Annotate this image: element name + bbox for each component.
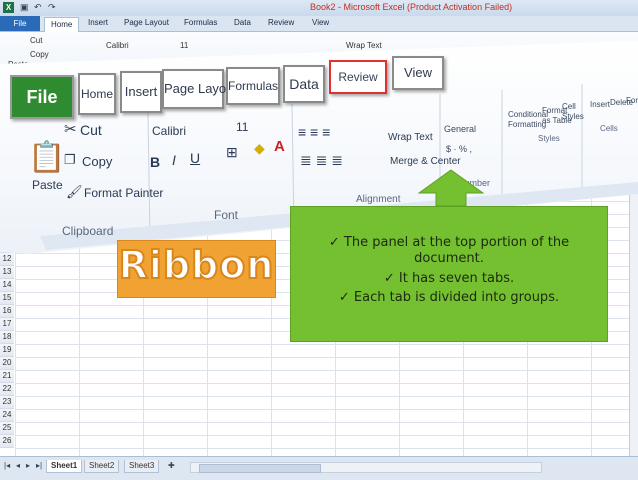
zoom-font-name-box[interactable]: Calibri bbox=[152, 124, 186, 138]
copy-button[interactable]: Copy bbox=[30, 50, 49, 59]
zoom-tab-formulas[interactable]: Formulas bbox=[226, 67, 280, 105]
zoom-fill-color-icon[interactable]: ◆ bbox=[254, 140, 265, 157]
tab-page-layout[interactable]: Page Layout bbox=[124, 18, 169, 27]
note-line-1: ✓ The panel at the top portion of the bbox=[328, 235, 570, 250]
last-sheet-icon[interactable]: ▸| bbox=[36, 461, 42, 470]
tab-view[interactable]: View bbox=[312, 18, 329, 27]
zoom-font-size-box[interactable]: 11 bbox=[236, 120, 248, 134]
zoom-styles-group-label: Styles bbox=[538, 134, 560, 143]
window-title: Book2 - Microsoft Excel (Product Activat… bbox=[310, 2, 513, 12]
insert-sheet-icon[interactable]: ✚ bbox=[168, 461, 175, 470]
sheet-tab-2[interactable]: Sheet2 bbox=[84, 460, 120, 473]
zoom-underline-button[interactable]: U bbox=[190, 150, 200, 166]
scroll-thumb[interactable] bbox=[199, 464, 321, 473]
row-header[interactable]: 23 bbox=[0, 396, 14, 409]
row-header[interactable]: 20 bbox=[0, 357, 14, 370]
zoom-tab-review[interactable]: Review bbox=[329, 60, 387, 94]
zoom-currency-icon[interactable]: $ · % , bbox=[446, 144, 472, 154]
title-bar: X ▣ ↶ ↷ Book2 - Microsoft Excel (Product… bbox=[0, 0, 638, 17]
undo-icon[interactable]: ↶ bbox=[34, 2, 42, 13]
note-line-1-cont: document. bbox=[414, 251, 484, 266]
tab-insert[interactable]: Insert bbox=[88, 18, 108, 27]
wrap-text-button[interactable]: Wrap Text bbox=[346, 41, 382, 50]
row-header[interactable]: 12 bbox=[0, 253, 14, 266]
zoom-font-color-icon[interactable]: A bbox=[274, 138, 285, 155]
cut-button[interactable]: Cut bbox=[30, 36, 42, 45]
tab-review[interactable]: Review bbox=[268, 18, 294, 27]
zoom-tab-data[interactable]: Data bbox=[283, 65, 325, 103]
zoom-format-painter-icon[interactable]: 🖌 bbox=[66, 184, 83, 200]
note-line-2: ✓ It has seven tabs. bbox=[383, 271, 515, 286]
ribbon-callout-text: Ribbon bbox=[118, 242, 275, 288]
note-line-3: ✓ Each tab is divided into groups. bbox=[338, 290, 560, 305]
zoom-tab-file[interactable]: File bbox=[10, 75, 74, 119]
zoom-border-icon[interactable]: ⊞ bbox=[226, 144, 238, 161]
zoom-format-painter-button[interactable]: Format Painter bbox=[84, 186, 163, 200]
ribbon-callout-label: Ribbon bbox=[117, 240, 276, 298]
zoom-cells-group-label: Cells bbox=[600, 124, 618, 133]
excel-app-icon[interactable]: X bbox=[3, 2, 14, 13]
up-arrow-icon bbox=[418, 169, 484, 207]
row-header[interactable]: 25 bbox=[0, 422, 14, 435]
zoom-align-left-icon[interactable]: ≣ ≣ ≣ bbox=[300, 152, 343, 169]
zoom-tab-view[interactable]: View bbox=[392, 56, 444, 90]
first-sheet-icon[interactable]: |◂ bbox=[4, 461, 10, 470]
row-header[interactable]: 18 bbox=[0, 331, 14, 344]
row-header[interactable]: 22 bbox=[0, 383, 14, 396]
sheet-tab-3[interactable]: Sheet3 bbox=[124, 460, 160, 473]
zoom-tab-insert[interactable]: Insert bbox=[120, 71, 162, 113]
row-header[interactable]: 19 bbox=[0, 344, 14, 357]
ribbon-note-box: ✓ The panel at the top portion of the do… bbox=[290, 206, 608, 342]
zoom-formatting-label: Formatting bbox=[508, 120, 547, 129]
zoom-copy-icon[interactable]: ❐ bbox=[64, 152, 76, 168]
horizontal-scrollbar[interactable] bbox=[190, 462, 542, 473]
row-header[interactable]: 14 bbox=[0, 279, 14, 292]
save-icon[interactable]: ▣ bbox=[20, 2, 29, 13]
zoom-align-top-icon[interactable]: ≡ ≡ ≡ bbox=[298, 124, 330, 140]
row-header[interactable]: 26 bbox=[0, 435, 14, 448]
row-header[interactable]: 21 bbox=[0, 370, 14, 383]
tab-data[interactable]: Data bbox=[234, 18, 251, 27]
ribbon-tab-row: File Home Insert Page Layout Formulas Da… bbox=[0, 16, 638, 32]
sheet-tab-1[interactable]: Sheet1 bbox=[46, 460, 83, 473]
zoom-alignment-group-label: Alignment bbox=[356, 194, 401, 205]
row-header[interactable]: 16 bbox=[0, 305, 14, 318]
row-header[interactable]: 24 bbox=[0, 409, 14, 422]
next-sheet-icon[interactable]: ▸ bbox=[26, 461, 30, 470]
row-header[interactable]: 13 bbox=[0, 266, 14, 279]
zoom-merge-center-button[interactable]: Merge & Center bbox=[390, 156, 461, 167]
zoom-styles-label: Styles bbox=[562, 112, 584, 121]
zoom-copy-button[interactable]: Copy bbox=[82, 154, 112, 169]
zoom-tab-home[interactable]: Home bbox=[78, 73, 116, 115]
zoom-paste-button[interactable]: Paste bbox=[32, 178, 63, 192]
zoom-bold-button[interactable]: B bbox=[150, 154, 160, 170]
zoom-tab-page-layout[interactable]: Page Layout bbox=[162, 69, 237, 109]
zoom-cut-button[interactable]: Cut bbox=[80, 122, 102, 138]
zoom-cut-icon[interactable]: ✂ bbox=[64, 120, 77, 138]
zoom-format-cells-button[interactable]: Format bbox=[626, 96, 638, 105]
zoom-number-format-box[interactable]: General bbox=[444, 124, 476, 134]
zoom-wrap-text-button[interactable]: Wrap Text bbox=[388, 132, 433, 143]
zoom-font-group-label: Font bbox=[214, 208, 239, 222]
zoom-insert-cells-button[interactable]: Insert bbox=[590, 100, 610, 109]
tab-home[interactable]: Home bbox=[44, 17, 80, 32]
row-header[interactable]: 15 bbox=[0, 292, 14, 305]
prev-sheet-icon[interactable]: ◂ bbox=[16, 461, 20, 470]
sheet-tab-bar: |◂ ◂ ▸ ▸| Sheet1 Sheet2 Sheet3 ✚ bbox=[0, 456, 638, 480]
row-header[interactable]: 17 bbox=[0, 318, 14, 331]
tab-file[interactable]: File bbox=[0, 16, 40, 31]
zoom-cell-styles-button[interactable]: Cell bbox=[562, 102, 576, 111]
font-name-box[interactable]: Calibri bbox=[106, 41, 129, 50]
zoom-paste-icon[interactable]: 📋 bbox=[28, 140, 65, 175]
zoom-italic-button[interactable]: I bbox=[172, 152, 176, 168]
font-size-box[interactable]: 11 bbox=[180, 41, 188, 50]
redo-icon[interactable]: ↷ bbox=[48, 2, 56, 13]
tab-formulas[interactable]: Formulas bbox=[184, 18, 217, 27]
zoom-clipboard-group-label: Clipboard bbox=[62, 224, 114, 238]
